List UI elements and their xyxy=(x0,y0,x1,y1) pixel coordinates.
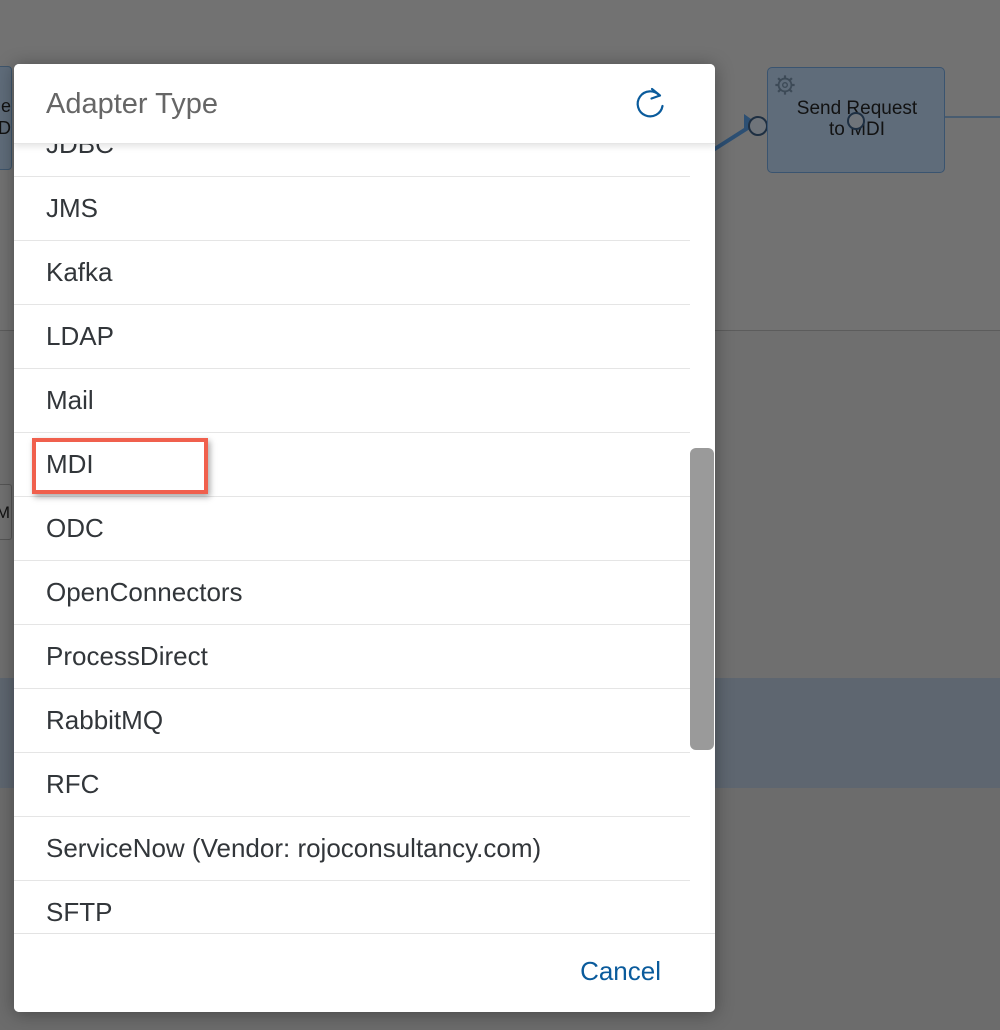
adapter-type-dialog: Adapter Type JDBC JMS Kafka LDAP Mail MD… xyxy=(14,64,715,1012)
list-scrollbar-thumb[interactable] xyxy=(690,448,714,750)
refresh-icon xyxy=(636,87,664,118)
list-item-odc[interactable]: ODC xyxy=(14,497,690,561)
list-item-jdbc[interactable]: JDBC xyxy=(14,143,690,177)
dialog-title: Adapter Type xyxy=(46,88,218,120)
list-item-label: JMS xyxy=(46,193,98,223)
list-item-openconnectors[interactable]: OpenConnectors xyxy=(14,561,690,625)
list-item-servicenow[interactable]: ServiceNow (Vendor: rojoconsultancy.com) xyxy=(14,817,690,881)
list-item-sftp[interactable]: SFTP xyxy=(14,881,690,933)
list-item-label: OpenConnectors xyxy=(46,577,243,607)
canvas-left-step-label: e D xyxy=(0,96,11,138)
cancel-button[interactable]: Cancel xyxy=(580,956,661,987)
connection-port-icon xyxy=(847,112,865,130)
adapter-list-items: JDBC JMS Kafka LDAP Mail MDI ODC OpenCon… xyxy=(14,143,690,933)
list-item-mail[interactable]: Mail xyxy=(14,369,690,433)
list-item-jms[interactable]: JMS xyxy=(14,177,690,241)
list-item-mdi[interactable]: MDI xyxy=(14,433,690,497)
canvas-left-small-label: M xyxy=(0,503,10,522)
canvas-left-step: e D xyxy=(0,66,12,170)
list-item-rabbitmq[interactable]: RabbitMQ xyxy=(14,689,690,753)
list-item-label: LDAP xyxy=(46,321,114,351)
list-item-label: ODC xyxy=(46,513,104,543)
list-item-processdirect[interactable]: ProcessDirect xyxy=(14,625,690,689)
dialog-footer: Cancel xyxy=(14,933,715,1012)
list-item-ldap[interactable]: LDAP xyxy=(14,305,690,369)
list-item-label: Kafka xyxy=(46,257,113,287)
refresh-button[interactable] xyxy=(630,84,670,124)
canvas-left-small-node: M xyxy=(0,484,12,540)
list-item-label: Mail xyxy=(46,385,94,415)
list-item-rfc[interactable]: RFC xyxy=(14,753,690,817)
list-item-label: JDBC xyxy=(46,143,114,159)
list-item-label: RabbitMQ xyxy=(46,705,164,735)
adapter-list[interactable]: JDBC JMS Kafka LDAP Mail MDI ODC OpenCon… xyxy=(14,143,715,933)
list-item-label: MDI xyxy=(46,449,94,479)
dialog-header: Adapter Type xyxy=(14,64,715,144)
list-item-label: ServiceNow (Vendor: rojoconsultancy.com) xyxy=(46,833,542,863)
gear-icon xyxy=(775,75,795,95)
list-item-label: RFC xyxy=(46,769,100,799)
list-item-kafka[interactable]: Kafka xyxy=(14,241,690,305)
canvas-send-request-step: Send Request to MDI xyxy=(767,67,945,173)
list-item-label: SFTP xyxy=(46,897,113,927)
list-item-label: ProcessDirect xyxy=(46,641,208,671)
